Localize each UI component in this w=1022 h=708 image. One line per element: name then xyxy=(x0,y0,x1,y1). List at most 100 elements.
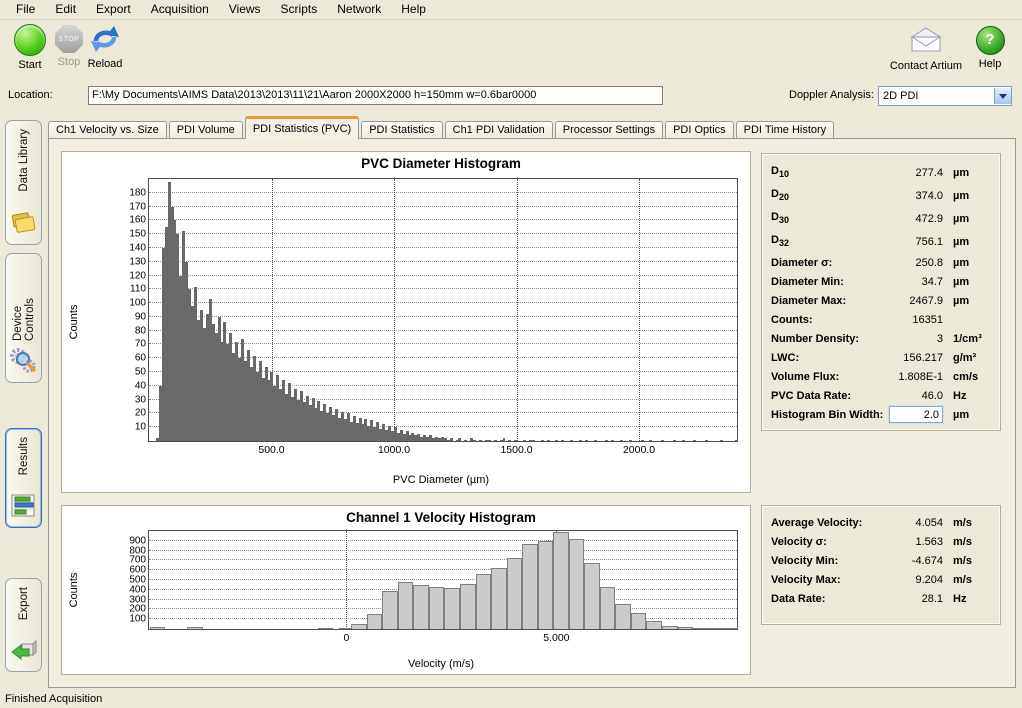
stat-value: 277.4 xyxy=(885,167,949,179)
doppler-analysis-select[interactable]: 2D PDI xyxy=(878,86,1012,106)
stat-value: 472.9 xyxy=(885,213,949,225)
menu-item-export[interactable]: Export xyxy=(86,0,141,19)
velocity-stat-row: Average Velocity:4.054m/s xyxy=(771,513,991,532)
x-tick-label: 0 xyxy=(343,632,349,644)
stat-value: 250.8 xyxy=(885,257,949,269)
doppler-analysis-label: Doppler Analysis: xyxy=(789,89,874,101)
x-tick-label: 1000.0 xyxy=(378,444,410,456)
histogram-bar xyxy=(503,438,506,441)
stat-value: 2467.9 xyxy=(885,295,949,307)
envelope-icon xyxy=(889,24,963,57)
stat-label: LWC: xyxy=(771,352,885,364)
tab-ch1-pdi-validation[interactable]: Ch1 PDI Validation xyxy=(445,121,553,139)
pvc-stat-row: Histogram Bin Width:µm xyxy=(771,405,991,424)
y-tick-label: 300 xyxy=(129,594,146,605)
y-tick-label: 160 xyxy=(129,215,146,226)
contact-artium-button[interactable]: Contact Artium xyxy=(889,24,963,72)
histogram-bar xyxy=(723,628,739,629)
x-tick-label: 500.0 xyxy=(258,444,284,456)
tab-pdi-statistics[interactable]: PDI Statistics xyxy=(361,121,442,139)
histogram-bar xyxy=(585,440,588,441)
menu-item-acquisition[interactable]: Acquisition xyxy=(141,0,219,19)
y-tick-label: 600 xyxy=(129,565,146,576)
y-tick-label: 150 xyxy=(129,229,146,240)
histogram-bar xyxy=(682,440,685,441)
histogram-bar xyxy=(514,440,517,441)
help-button[interactable]: ? Help xyxy=(968,24,1012,70)
pvc-stat-row: Diameter Min:34.7µm xyxy=(771,272,991,291)
y-tick-label: 180 xyxy=(129,187,146,198)
stat-unit: µm xyxy=(949,190,991,202)
tab-ch1-velocity-vs-size[interactable]: Ch1 Velocity vs. Size xyxy=(48,121,167,139)
histogram-bin-width-input[interactable] xyxy=(889,406,943,423)
y-tick-label: 90 xyxy=(135,311,146,322)
status-bar: Finished Acquisition xyxy=(0,690,1022,708)
menu-item-file[interactable]: File xyxy=(6,0,45,19)
stat-unit: µm xyxy=(949,167,991,179)
pvc-stat-row: D32756.1µm xyxy=(771,230,991,253)
histogram-bar xyxy=(494,440,497,441)
tab-pdi-statistics-pvc-[interactable]: PDI Statistics (PVC) xyxy=(245,116,359,139)
velocity-chart-panel: Channel 1 Velocity Histogram Counts 1002… xyxy=(61,505,751,675)
x-tick-label: 1500.0 xyxy=(500,444,532,456)
histogram-bars xyxy=(150,179,736,441)
sidebar-item-label: Export xyxy=(18,587,30,620)
sidebar-item-label: Data Library xyxy=(18,129,30,192)
gear-search-icon xyxy=(10,347,37,376)
histogram-bar xyxy=(641,440,644,441)
stat-value: 3 xyxy=(885,333,949,345)
velocity-stat-row: Velocity σ:1.563m/s xyxy=(771,532,991,551)
sidebar-item-export[interactable]: Export xyxy=(5,578,42,672)
y-tick-label: 800 xyxy=(129,545,146,556)
menu-item-network[interactable]: Network xyxy=(327,0,391,19)
reload-button[interactable]: Reload xyxy=(76,24,134,70)
histogram-bar xyxy=(351,624,367,629)
stat-label: Data Rate: xyxy=(771,593,885,605)
histogram-bar xyxy=(541,440,544,441)
pvc-stats-panel: D10277.4µmD20374.0µmD30472.9µmD32756.1µm… xyxy=(761,153,1001,431)
stat-unit: m/s xyxy=(949,574,991,586)
histogram-bar xyxy=(673,440,676,441)
stat-unit: m/s xyxy=(949,517,991,529)
histogram-bar xyxy=(458,438,461,441)
stat-label: Velocity Max: xyxy=(771,574,885,586)
y-tick-label: 10 xyxy=(135,422,146,433)
menu-item-views[interactable]: Views xyxy=(219,0,271,19)
menu-item-help[interactable]: Help xyxy=(391,0,436,19)
menu-item-edit[interactable]: Edit xyxy=(45,0,86,19)
histogram-bar xyxy=(693,440,696,441)
pvc-stat-row: Diameter σ:250.8µm xyxy=(771,253,991,272)
menu-item-scripts[interactable]: Scripts xyxy=(271,0,328,19)
stat-label: Diameter Max: xyxy=(771,295,885,307)
tab-pdi-optics[interactable]: PDI Optics xyxy=(665,121,734,139)
stat-label: Average Velocity: xyxy=(771,517,885,529)
stat-unit: µm xyxy=(949,276,991,288)
tab-page-pdi-statistics-pvc: PVC Diameter Histogram Counts 1020304050… xyxy=(48,138,1016,688)
location-label: Location: xyxy=(8,89,53,101)
stat-label: Number Density: xyxy=(771,333,885,345)
sidebar-item-results[interactable]: Results xyxy=(5,428,42,528)
tab-pdi-volume[interactable]: PDI Volume xyxy=(169,121,243,139)
tab-processor-settings[interactable]: Processor Settings xyxy=(555,121,663,139)
sidebar-item-label: Device Controls xyxy=(12,262,36,341)
sidebar-item-data-library[interactable]: Data Library xyxy=(5,120,42,245)
pvc-diameter-chart-panel: PVC Diameter Histogram Counts 1020304050… xyxy=(61,151,751,493)
pvc-stat-row: Number Density:31/cm³ xyxy=(771,329,991,348)
tab-pdi-time-history[interactable]: PDI Time History xyxy=(736,121,835,139)
y-tick-label: 130 xyxy=(129,256,146,267)
histogram-bar xyxy=(508,440,511,441)
histogram-bar xyxy=(367,614,383,629)
histogram-bar xyxy=(450,438,453,441)
sidebar-item-device-controls[interactable]: Device Controls xyxy=(5,253,42,383)
stat-label: Velocity Min: xyxy=(771,555,885,567)
location-input[interactable]: F:\My Documents\AIMS Data\2013\2013\11\2… xyxy=(88,86,663,105)
velocity-histogram-plot: 10020030040050060070080090005.000 xyxy=(148,530,738,630)
stat-unit: µm xyxy=(949,213,991,225)
velocity-stat-row: Velocity Max:9.204m/s xyxy=(771,570,991,589)
velocity-x-axis-label: Velocity (m/s) xyxy=(142,658,740,670)
stat-label: D30 xyxy=(771,211,885,225)
dropdown-button[interactable] xyxy=(994,88,1011,104)
bar-chart-icon xyxy=(10,493,37,521)
histogram-bar xyxy=(476,574,492,629)
histogram-bar xyxy=(555,440,558,441)
